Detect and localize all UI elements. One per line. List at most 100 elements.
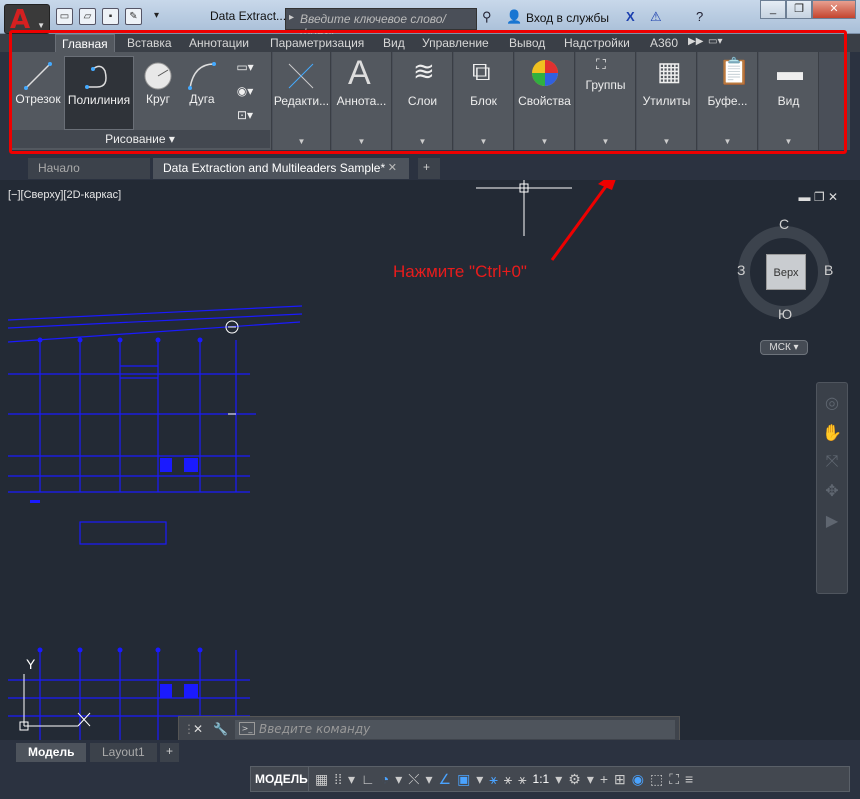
grid-icon[interactable]: ▦ [315,771,328,788]
scale-dropdown-icon[interactable]: ▾ [555,771,562,788]
region-tool[interactable]: ⊡▾ [230,108,260,122]
line-label: Отрезок [15,92,61,106]
tab-output[interactable]: Вывод [509,36,545,50]
drawing-canvas[interactable]: [−][Сверху][2D-каркас] ▬ ❐ ✕ Y Нажмите "… [0,180,860,740]
iso-dropdown-icon[interactable]: ▾ [425,771,432,788]
wcs-menu-button[interactable]: МСК ▾ [760,340,808,355]
callout-arrow [550,180,616,261]
customization-icon[interactable]: ≡ [685,771,693,787]
hardware-acceleration-icon[interactable]: ⬚ [650,771,663,788]
close-tab-icon[interactable]: ✕ [388,161,397,174]
polar-dropdown-icon[interactable]: ▾ [395,771,402,788]
tab-parametric[interactable]: Параметризация [270,36,364,50]
tab-addins[interactable]: Надстройки [564,36,630,50]
new-tab-button[interactable]: + [418,158,440,179]
viewcube-south[interactable]: Ю [778,306,792,322]
orbit-icon[interactable]: ✥ [817,481,847,501]
viewcube-north[interactable]: С [779,216,789,232]
modify-panel[interactable]: Редакти... ▼ [273,52,331,150]
more-tabs-icon[interactable]: ▶▶ [688,36,703,47]
a360-icon[interactable]: ⚠ [650,9,662,25]
help-icon[interactable]: ? [696,9,703,24]
viewcube-east[interactable]: В [824,262,833,278]
block-panel[interactable]: ⧉ Блок ▼ [454,52,514,150]
circle-tool[interactable]: Круг [138,60,178,106]
model-space-button[interactable]: МОДЕЛЬ [250,766,313,792]
osnap-dropdown-icon[interactable]: ▾ [476,771,483,788]
view-panel[interactable]: ▬ Вид ▼ [759,52,819,150]
groups-label: Группы [585,78,626,92]
tab-layout1[interactable]: Layout1 [90,743,157,762]
ribbon-toggle-icon[interactable]: ▭▾ [708,36,722,47]
new-file-icon[interactable]: ▭ [56,8,73,25]
exchange-x-icon[interactable]: X [626,9,635,24]
layers-panel[interactable]: ≋ Слои ▼ [393,52,453,150]
search-input[interactable]: Введите ключевое слово/фразу [285,8,477,40]
rectangle-tool[interactable]: ▭▾ [230,60,260,74]
steering-wheel-icon[interactable]: ◎ [817,393,847,413]
quick-access-toolbar: ▭ ▱ ▪ ✎ ▾ [56,8,165,25]
command-settings-icon[interactable]: 🔧 [213,722,228,736]
arc-tool[interactable]: Дуга [182,60,222,106]
units-icon[interactable]: ⊞ [614,771,626,788]
command-close-icon[interactable]: ✕ [193,722,203,736]
annotation-visibility-icon[interactable]: ⚹ [489,771,497,788]
active-drawing-title: Data Extraction and Multileaders Sample* [163,161,386,175]
user-icon[interactable]: 👤 [506,9,522,25]
close-button[interactable]: ✕ [812,0,856,19]
annotation-scale-value[interactable]: 1:1 [533,772,550,786]
draw-panel-title[interactable]: Рисование ▾ [10,130,270,148]
isodraft-icon[interactable]: ⤬ [408,771,419,788]
plus-icon[interactable]: + [600,771,608,787]
tab-annotate[interactable]: Аннотации [189,36,249,50]
application-menu-button[interactable]: A ▼ [4,4,50,35]
blueprint-lines [7,305,303,740]
polar-tracking-icon[interactable]: ◔ [381,771,389,787]
qat-dropdown-icon[interactable]: ▾ [148,8,165,25]
showmotion-icon[interactable]: ▶ [817,511,847,531]
zoom-extents-icon[interactable]: ⤧ [817,453,847,471]
workspace-dropdown-icon[interactable]: ▾ [587,771,594,788]
tab-insert[interactable]: Вставка [127,36,172,50]
clean-screen-icon[interactable]: ⛶ [669,771,679,788]
tab-active-drawing[interactable]: Data Extraction and Multileaders Sample*… [153,158,409,179]
ortho-icon[interactable]: ∟ [361,771,375,787]
maximize-button[interactable]: ❐ [786,0,812,19]
sign-in-button[interactable]: Вход в службы [526,11,609,25]
tab-model[interactable]: Модель [16,743,87,762]
add-layout-button[interactable]: + [160,743,180,762]
tab-a360[interactable]: A360 [650,36,678,50]
polyline-tool[interactable]: Полилиния [64,56,134,130]
command-input[interactable]: >_ Введите команду [235,720,675,739]
object-snap-tracking-icon[interactable]: ∠ [439,771,452,788]
save-icon[interactable]: ▪ [102,8,119,25]
snap-dropdown-icon[interactable]: ▾ [348,771,355,788]
workspace-gear-icon[interactable]: ⚙ [568,771,581,788]
annotation-panel[interactable]: A Аннота... ▼ [332,52,392,150]
snap-icon[interactable]: ⁞⁞ [334,771,342,787]
pan-hand-icon[interactable]: ✋ [817,423,847,443]
groups-panel[interactable]: ⛶ Группы ▼ [576,52,636,150]
clipboard-panel[interactable]: 📋 Буфе... ▼ [698,52,758,150]
isolate-objects-icon[interactable]: ◉ [632,771,644,788]
utilities-panel[interactable]: ▦ Утилиты ▼ [637,52,697,150]
annotation-scale-icon[interactable]: ⚹ [518,771,526,788]
properties-panel[interactable]: Свойства ▼ [515,52,575,150]
hatch-tool[interactable]: ◉▾ [230,84,260,98]
chevron-down-icon: ▼ [784,137,793,146]
object-snap-icon[interactable]: ▣ [457,771,470,788]
line-tool[interactable]: Отрезок [14,60,62,106]
viewcube-top-face[interactable]: Верх [766,254,806,290]
minimize-button[interactable]: _ [760,0,786,19]
tab-start[interactable]: Начало [28,158,150,179]
binoculars-icon[interactable]: ⚲ [482,9,492,25]
tab-home[interactable]: Главная [55,34,115,52]
modify-label: Редакти... [273,94,330,108]
tab-view[interactable]: Вид [383,36,405,50]
open-file-icon[interactable]: ▱ [79,8,96,25]
properties-label: Свойства [518,94,571,108]
auto-scale-icon[interactable]: ⚹ [504,771,512,788]
tab-manage[interactable]: Управление [422,36,489,50]
viewcube-west[interactable]: З [737,262,745,278]
save-as-icon[interactable]: ✎ [125,8,142,25]
